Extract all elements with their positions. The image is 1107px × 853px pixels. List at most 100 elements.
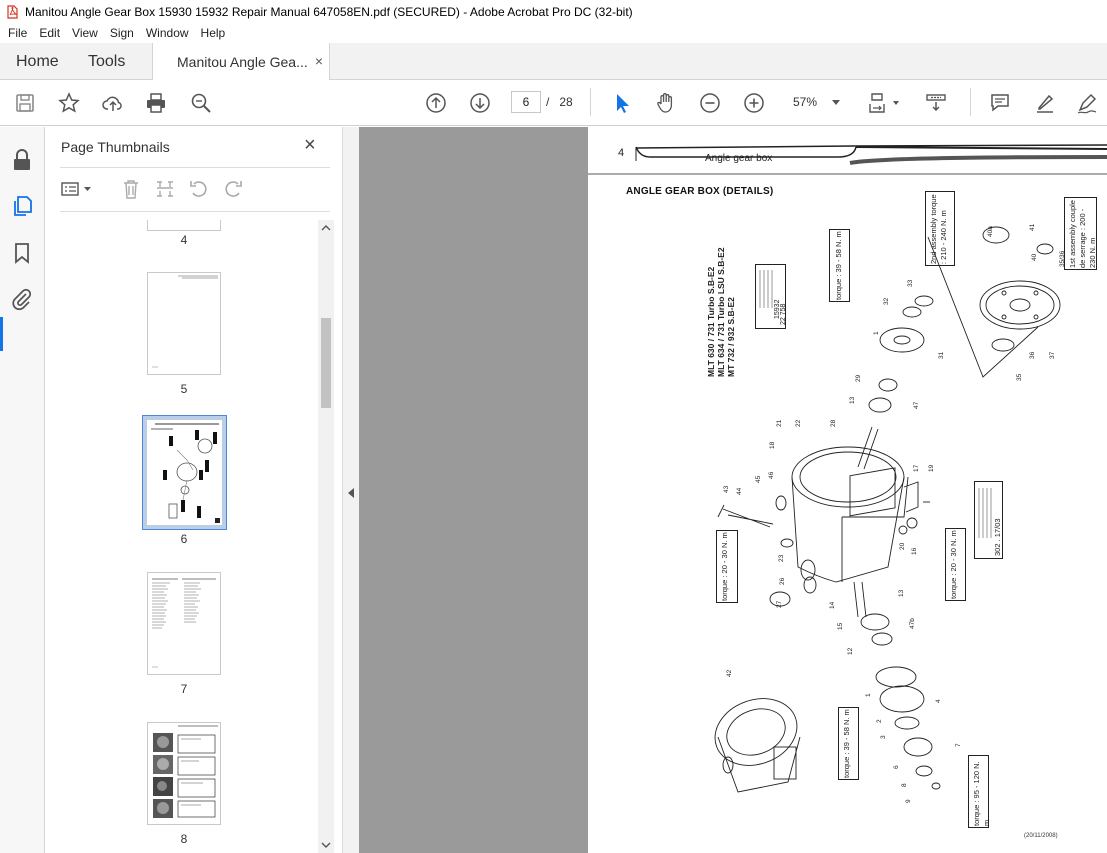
highlight-pen-icon[interactable] [1033, 91, 1057, 115]
page-fit-icon[interactable] [866, 91, 902, 115]
thumbnail-list: 4 5 6 7 8 [46, 220, 318, 853]
menu-view[interactable]: View [66, 26, 104, 40]
panel-divider [60, 211, 330, 212]
tab-bar: Home Tools Manitou Angle Gea... × [0, 43, 1107, 81]
comment-icon[interactable] [988, 91, 1012, 115]
thumbnail-options-menu[interactable] [60, 177, 94, 201]
previous-page-icon[interactable] [424, 91, 448, 115]
acrobat-window: Manitou Angle Gear Box 15930 15932 Repai… [0, 0, 1107, 853]
menu-file[interactable]: File [2, 26, 33, 40]
zoom-level: 57% [793, 95, 818, 109]
svg-text:47b: 47b [909, 618, 916, 629]
window-title: Manitou Angle Gear Box 15930 15932 Repai… [25, 4, 633, 19]
sign-pen-icon[interactable] [1075, 91, 1099, 115]
svg-text:14: 14 [829, 601, 836, 609]
svg-text:40: 40 [1031, 253, 1038, 261]
acrobat-pdf-icon [7, 4, 18, 19]
panel-title: Page Thumbnails [61, 139, 170, 155]
collapse-panel-arrow-icon[interactable] [347, 488, 355, 498]
svg-text:23: 23 [778, 554, 785, 562]
svg-text:29: 29 [855, 374, 862, 382]
hand-tool-icon[interactable] [654, 91, 678, 115]
svg-text:32: 32 [883, 297, 890, 305]
close-panel-icon[interactable]: × [304, 135, 316, 155]
active-indicator [0, 317, 3, 351]
tab-document[interactable]: Manitou Angle Gea... × [152, 43, 330, 81]
svg-text:19: 19 [928, 464, 935, 472]
svg-text:36: 36 [1029, 351, 1036, 359]
zoom-out-icon[interactable] [698, 91, 722, 115]
toolbar-divider [970, 88, 971, 116]
svg-text:46: 46 [768, 471, 775, 479]
svg-text:43: 43 [723, 485, 730, 493]
thumbnail-page-6[interactable] [142, 415, 227, 530]
svg-text:31: 31 [938, 351, 945, 359]
svg-text:22: 22 [795, 419, 802, 427]
svg-text:13: 13 [898, 589, 905, 597]
save-icon[interactable] [13, 91, 37, 115]
svg-text:37: 37 [1049, 351, 1056, 359]
page-preview [152, 578, 216, 668]
svg-text:12: 12 [847, 647, 854, 655]
thumbnail-label: 6 [180, 532, 188, 546]
svg-text:44: 44 [736, 487, 743, 495]
svg-text:16: 16 [911, 547, 918, 555]
print-icon[interactable] [144, 91, 168, 115]
scrollbar-thumb[interactable] [321, 318, 331, 408]
rotate-counterclockwise-icon[interactable] [188, 178, 210, 200]
panel-divider [60, 167, 330, 168]
exploded-diagram-drawing: 32 33 31 1 29 13 47 40a 41 40 35/36 36 3… [714, 223, 1066, 803]
svg-text:47: 47 [913, 401, 920, 409]
rotate-clockwise-icon[interactable] [222, 178, 244, 200]
next-page-icon[interactable] [468, 91, 492, 115]
options-list-icon [61, 182, 91, 196]
menu-edit[interactable]: Edit [33, 26, 66, 40]
scroll-down-arrow-icon[interactable] [321, 842, 331, 849]
zoom-in-icon[interactable] [742, 91, 766, 115]
toolbar-divider [590, 88, 591, 116]
page-preview [153, 725, 218, 818]
thumbnail-page-7[interactable] [147, 572, 221, 675]
select-cursor-icon[interactable] [610, 91, 634, 115]
close-tab-icon[interactable]: × [315, 53, 323, 69]
extract-pages-icon[interactable] [154, 178, 176, 200]
lock-icon[interactable] [10, 148, 34, 172]
thumbnail-label: 4 [180, 233, 188, 247]
total-pages: 28 [559, 95, 573, 109]
tab-document-label: Manitou Angle Gea... [177, 54, 308, 70]
attachment-paperclip-icon[interactable] [10, 287, 34, 311]
svg-text:15: 15 [837, 622, 844, 630]
svg-text:9: 9 [905, 799, 912, 803]
page-number-input[interactable]: 6 [511, 91, 541, 113]
thumbnail-page-5[interactable] [147, 272, 221, 375]
zoom-level-select[interactable]: 57% [785, 91, 845, 113]
svg-text:27: 27 [776, 600, 783, 608]
zoom-search-icon[interactable] [189, 91, 213, 115]
svg-text:1: 1 [865, 693, 872, 697]
tab-home[interactable]: Home [16, 43, 59, 80]
page-preview [152, 275, 218, 368]
thumbnail-page-8[interactable] [147, 722, 221, 825]
menu-help[interactable]: Help [195, 26, 232, 40]
svg-text:28: 28 [830, 419, 837, 427]
panel-resize-gutter[interactable] [342, 127, 359, 853]
svg-text:7: 7 [955, 743, 962, 747]
bookmark-icon[interactable] [10, 241, 34, 265]
thumbnail-label: 8 [180, 832, 188, 846]
thumbnail-page-4[interactable] [147, 220, 221, 231]
pdf-page[interactable]: 4 Angle gear box ANGLE GEAR BOX (DETAILS… [588, 127, 1107, 853]
scroll-mode-icon[interactable] [924, 91, 948, 115]
svg-text:17: 17 [913, 464, 920, 472]
svg-text:45: 45 [755, 475, 762, 483]
upload-cloud-icon[interactable] [101, 91, 125, 115]
star-icon[interactable] [57, 91, 81, 115]
tab-tools[interactable]: Tools [88, 43, 125, 80]
scroll-up-arrow-icon[interactable] [321, 224, 331, 231]
menu-window[interactable]: Window [140, 26, 195, 40]
svg-text:8: 8 [901, 783, 908, 787]
thumbnail-scrollbar[interactable] [318, 220, 334, 853]
page-thumbnails-icon[interactable] [10, 194, 34, 218]
svg-text:20: 20 [899, 542, 906, 550]
delete-page-icon[interactable] [120, 178, 142, 200]
menu-sign[interactable]: Sign [104, 26, 140, 40]
